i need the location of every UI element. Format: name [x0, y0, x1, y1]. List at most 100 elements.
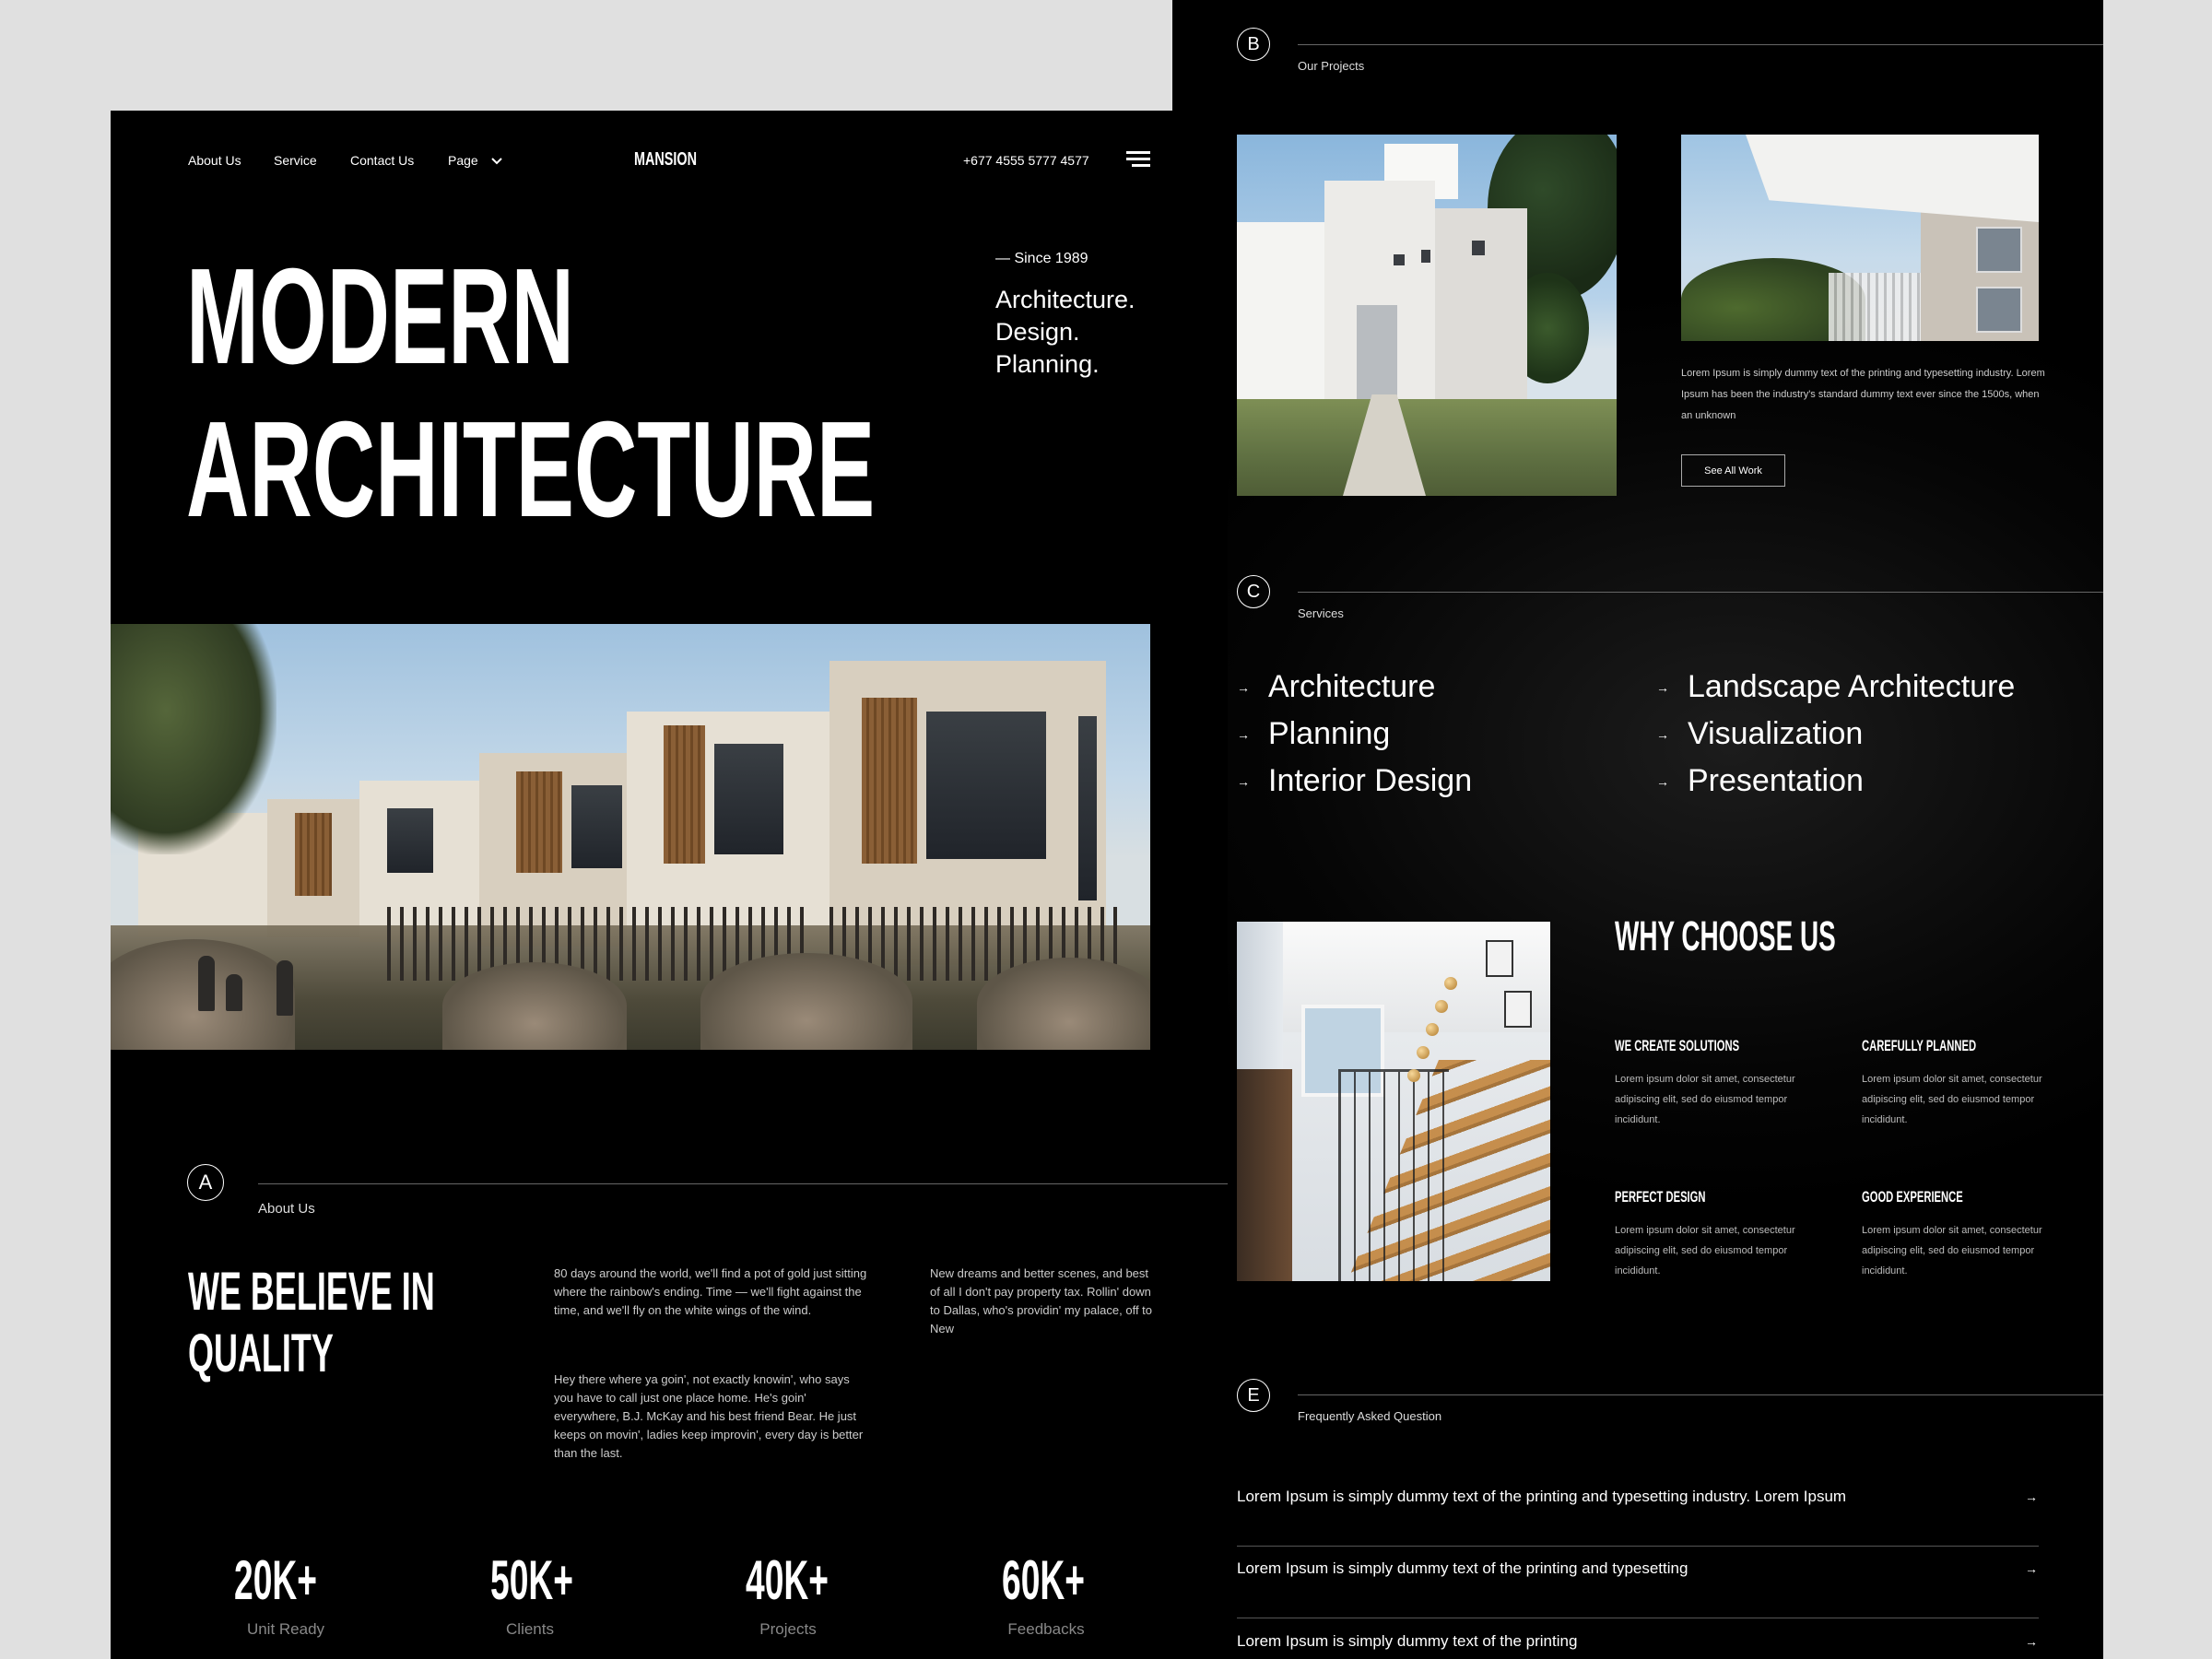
project-photo-white-house[interactable]: [1237, 135, 1617, 496]
service-label: Planning: [1268, 716, 1391, 751]
section-divider: [258, 1183, 1228, 1184]
photo-person: [198, 956, 215, 1011]
photo-lamp: [1426, 1023, 1439, 1036]
faq-question[interactable]: Lorem Ipsum is simply dummy text of the …: [1237, 1488, 2039, 1506]
stat-value: 60K+: [1002, 1549, 1085, 1611]
photo-wood-panel: [516, 771, 562, 873]
photo-lamp: [1407, 1069, 1420, 1082]
stat-value-wrap: 40K+: [746, 1553, 875, 1608]
section-a-marker: A: [187, 1164, 224, 1201]
photo-frame: [1486, 940, 1513, 977]
section-label-about: About Us: [258, 1201, 315, 1217]
why-item-title-wrap: GOOD EXPERIENCE: [1862, 1188, 2015, 1206]
arrow-right-icon[interactable]: →: [2025, 1634, 2038, 1649]
photo-ceiling: [1237, 922, 1550, 1032]
why-item-title-wrap: CAREFULLY PLANNED: [1862, 1037, 2035, 1055]
why-item-text: Lorem ipsum dolor sit amet, consectetur …: [1615, 1225, 1795, 1277]
nav-link-contact[interactable]: Contact Us: [350, 153, 414, 168]
why-item-text: Lorem ipsum dolor sit amet, consectetur …: [1862, 1074, 2042, 1125]
section-c-marker: C: [1237, 575, 1270, 608]
arrow-right-icon: →: [1237, 726, 1250, 742]
hero-title-line-1-wrap: MODERN: [186, 249, 793, 385]
hamburger-bar: [1126, 158, 1150, 160]
hamburger-bar: [1126, 151, 1150, 154]
section-divider: [1298, 44, 2103, 45]
service-item[interactable]: → Presentation: [1656, 763, 1864, 799]
arrow-right-icon: →: [1237, 679, 1250, 695]
photo-window: [571, 785, 622, 868]
nav-link-service[interactable]: Service: [274, 153, 317, 168]
service-label: Landscape Architecture: [1688, 669, 2016, 704]
photo-railing: [1829, 273, 1921, 341]
service-item[interactable]: → Interior Design: [1237, 763, 1472, 799]
why-item-title: PERFECT DESIGN: [1615, 1188, 1706, 1206]
section-b-marker: B: [1237, 28, 1270, 61]
hero-photo-townhouses: [111, 624, 1150, 1050]
service-item[interactable]: → Landscape Architecture: [1656, 669, 2015, 705]
stat-value: 50K+: [490, 1549, 573, 1611]
why-item-title: GOOD EXPERIENCE: [1862, 1188, 1963, 1206]
tagline-line: Design.: [995, 318, 1080, 346]
photo-lamp: [1444, 977, 1457, 990]
arrow-right-icon[interactable]: →: [2025, 1561, 2038, 1576]
nav-page-label: Page: [448, 153, 478, 168]
why-item-title: CAREFULLY PLANNED: [1862, 1037, 1977, 1054]
stat-value: 20K+: [234, 1549, 317, 1611]
photo-grass: [442, 962, 627, 1050]
hero-title-line-2: ARCHITECTURE: [186, 394, 876, 546]
photo-window: [1976, 287, 2022, 333]
section-divider: [1298, 592, 2103, 593]
arrow-right-icon[interactable]: →: [2025, 1489, 2038, 1504]
about-title-line-2-wrap: QUALITY: [188, 1327, 423, 1381]
service-item[interactable]: → Planning: [1237, 716, 1390, 752]
photo-balcony-slab: [1746, 135, 2039, 222]
section-divider: [1298, 1394, 2103, 1395]
faq-question[interactable]: Lorem Ipsum is simply dummy text of the …: [1237, 1559, 2039, 1578]
phone-number[interactable]: +677 4555 5777 4577: [963, 153, 1089, 168]
tagline-line: Planning.: [995, 350, 1100, 378]
brand-logo: MANSION: [634, 149, 698, 170]
section-label-services: Services: [1298, 606, 1344, 620]
project-photo-balcony[interactable]: [1681, 135, 2039, 341]
why-item-title-wrap: PERFECT DESIGN: [1615, 1188, 1752, 1206]
stat-label: Projects: [759, 1620, 817, 1638]
photo-lamp: [1417, 1046, 1430, 1059]
chevron-down-icon: [490, 158, 502, 165]
left-page-panel: About Us Service Contact Us Page MANSION…: [111, 111, 1228, 1659]
section-letter: B: [1247, 33, 1260, 54]
photo-lawn: [1237, 399, 1617, 496]
brand-logo-wrap[interactable]: MANSION: [634, 149, 721, 171]
arrow-right-icon: →: [1237, 773, 1250, 789]
stat-label: Clients: [506, 1620, 554, 1638]
see-all-work-button[interactable]: See All Work: [1681, 454, 1785, 487]
section-label-projects: Our Projects: [1298, 59, 1365, 73]
service-item[interactable]: → Architecture: [1237, 669, 1435, 705]
nav-link-page[interactable]: Page: [448, 153, 502, 168]
service-item[interactable]: → Visualization: [1656, 716, 1863, 752]
stat-value-wrap: 60K+: [1002, 1553, 1131, 1608]
why-item-text: Lorem ipsum dolor sit amet, consectetur …: [1862, 1225, 2042, 1277]
arrow-right-icon: →: [1656, 726, 1669, 742]
arrow-right-icon: →: [1656, 679, 1669, 695]
stat-value-wrap: 50K+: [490, 1553, 619, 1608]
about-paragraph: New dreams and better scenes, and best o…: [930, 1266, 1153, 1335]
section-label-faq: Frequently Asked Question: [1298, 1409, 1442, 1423]
photo-grass: [977, 958, 1150, 1050]
photo-wood-panel: [664, 725, 705, 864]
photo-grass: [700, 953, 912, 1050]
service-label: Architecture: [1268, 669, 1436, 704]
photo-railing: [1338, 1069, 1449, 1281]
photo-window: [1976, 227, 2022, 273]
hamburger-icon[interactable]: [1126, 151, 1150, 168]
photo-lamp: [1435, 1000, 1448, 1013]
faq-divider: [1237, 1546, 2039, 1547]
photo-person: [276, 960, 293, 1016]
arrow-right-icon: →: [1656, 773, 1669, 789]
faq-question[interactable]: Lorem Ipsum is simply dummy text of the …: [1237, 1632, 2039, 1651]
stat-label: Feedbacks: [1007, 1620, 1085, 1638]
photo-palm-tree: [111, 624, 276, 854]
right-page-panel: B Our Projects Lorem Ipsum is simply dum…: [1172, 0, 2103, 1659]
photo-wall: [1237, 222, 1324, 425]
photo-window: [1421, 250, 1430, 263]
nav-link-about[interactable]: About Us: [188, 153, 241, 168]
